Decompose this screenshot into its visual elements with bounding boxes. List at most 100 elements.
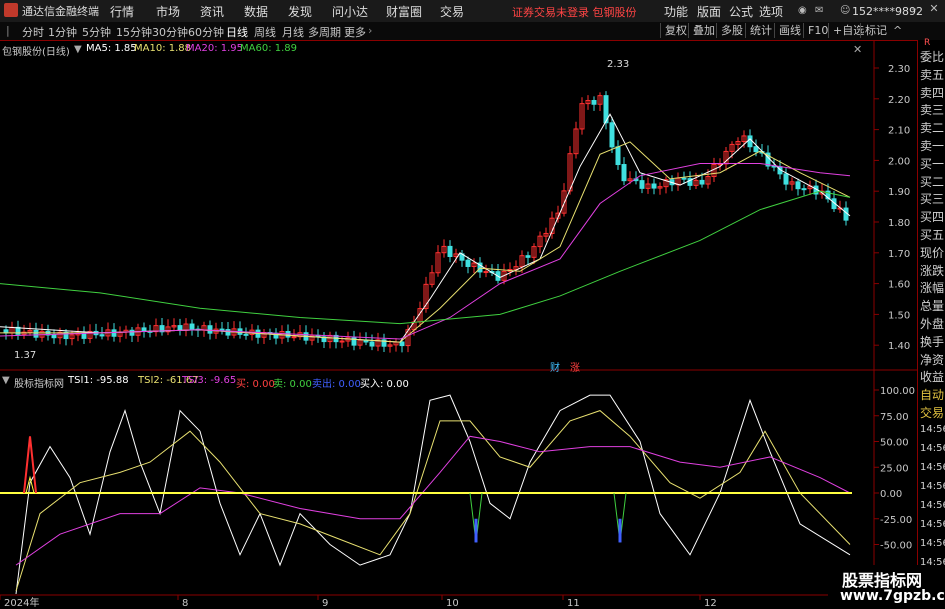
indicator-tick-label: 100.00 [880,386,915,397]
candle-body [795,181,801,190]
menu-xuanxiang[interactable]: 选项 [759,3,783,20]
candle-body [783,173,789,185]
btn-diejia[interactable]: 叠加 [688,23,719,38]
menu-gongshi[interactable]: 公式 [729,3,753,20]
close-icon[interactable]: ✕ [926,2,942,18]
candles [3,91,849,353]
tab-fenshi[interactable]: 分时 [22,24,44,40]
btn-duogu[interactable]: 多股 [716,23,747,38]
sidebar-item-11[interactable]: 现价 [918,244,945,261]
sidebar-item-18[interactable]: 收益 [918,368,945,385]
sidebar-item-8[interactable]: 买三 [918,190,945,207]
chevron-up-icon[interactable]: ^ [893,24,902,37]
candle-body [207,325,213,334]
high-price-label: 2.33 [607,59,630,70]
candle-body [591,99,597,105]
menu-zixun[interactable]: 资讯 [200,3,224,20]
menu-shichang[interactable]: 市场 [156,3,180,20]
sidebar-lower-0[interactable]: 自动 [918,386,945,403]
menu-bar: 通达信金融终端 行情 市场 资讯 数据 发现 问小达 财富圈 交易 证券交易未登… [0,0,945,23]
candle-body [219,328,225,331]
tab-60min[interactable]: 60分钟 [188,24,224,40]
minimize-icon[interactable]: – [906,2,922,18]
menu-hangqing[interactable]: 行情 [110,3,134,20]
btn-huaxian[interactable]: 画线 [774,23,805,38]
badge-zhang[interactable]: 涨 [570,359,580,374]
x-tick-label: 10 [446,598,459,609]
sidebar-item-6[interactable]: 买一 [918,155,945,172]
sidebar-item-7[interactable]: 买二 [918,173,945,190]
menu-jiaoyi[interactable]: 交易 [440,3,464,20]
ma-lines [0,113,851,343]
toolbar-grip-icon: | [6,24,10,37]
sidebar-item-1[interactable]: 卖五 [918,66,945,83]
sidebar-item-12[interactable]: 涨跌 [918,262,945,279]
tab-multi-period[interactable]: 多周期 [308,24,341,40]
candle-body [699,179,705,185]
ma20-line [0,162,851,340]
sidebar-item-3[interactable]: 卖三 [918,101,945,118]
sidebar-time-1: 14:56 [920,443,945,454]
btn-tongji[interactable]: 统计 [745,23,776,38]
badge-cai[interactable]: 财 [550,359,560,374]
trade-login-warning[interactable]: 证券交易未登录 包钢股份 [512,4,637,20]
x-tick-label: 12 [704,598,717,609]
sidebar-item-14[interactable]: 总量 [918,297,945,314]
x-tick-label: 11 [567,598,580,609]
candle-body [753,146,759,153]
candle-body [747,135,753,148]
menu-wenxiaoda[interactable]: 问小达 [332,3,368,20]
tab-30min[interactable]: 30分钟 [152,24,188,40]
price-tick-label: 1.60 [888,280,910,291]
tab-5min[interactable]: 5分钟 [82,24,111,40]
candle-body [339,340,345,343]
sidebar-item-10[interactable]: 买五 [918,226,945,243]
x-tick-label: 8 [182,598,188,609]
sidebar-item-4[interactable]: 卖二 [918,119,945,136]
sidebar-item-16[interactable]: 换手 [918,333,945,350]
price-tick-label: 1.80 [888,218,910,229]
menu-faxian[interactable]: 发现 [288,3,312,20]
x-tick-label: 2024年 [4,596,39,609]
menu-caifuquan[interactable]: 财富圈 [386,3,422,20]
chart-canvas[interactable]: 2.30 2.20 2.10 2.00 1.90 1.80 1.70 1.60 1.50 1.40… [0,40,917,609]
candle-body [369,341,375,347]
watermark: 股票指标网 www.7gpzb.com [828,565,945,609]
candle-body [639,180,645,189]
indicator-tick-label: 50.00 [880,438,909,449]
indicator-tick-label: -50.00 [880,541,912,552]
sidebar-item-17[interactable]: 净资 [918,351,945,368]
chevron-right-icon[interactable]: › [368,24,372,37]
tab-weekly[interactable]: 周线 [254,24,276,40]
candle-body [51,334,57,339]
candle-body [681,177,687,180]
sidebar-item-13[interactable]: 涨幅 [918,279,945,296]
user-icon[interactable]: ☺ [840,5,850,16]
mail-icon[interactable]: ✉ [815,5,823,16]
tab-monthly[interactable]: 月线 [282,24,304,40]
tab-15min[interactable]: 15分钟 [116,24,152,40]
menu-shuju[interactable]: 数据 [244,3,268,20]
sidebar-item-2[interactable]: 卖四 [918,84,945,101]
indicator-lines [0,394,852,595]
btn-biaoji[interactable]: 标记 [860,23,891,38]
candle-body [801,188,807,191]
lock-icon[interactable]: ◉ [798,5,810,17]
btn-fuquan[interactable]: 复权 [660,23,691,38]
watermark-url: www.7gpzb.com [840,588,945,604]
sidebar-time-6: 14:56 [920,538,945,549]
menu-gongneng[interactable]: 功能 [664,3,688,20]
sidebar-time-0: 14:56 [920,424,945,435]
candle-body [651,183,657,189]
candle-body [465,259,471,267]
sidebar-lower-1[interactable]: 交易 [918,404,945,421]
sidebar-item-0[interactable]: 委比 [918,48,945,65]
sidebar-item-9[interactable]: 买四 [918,208,945,225]
ma10-line [0,141,851,343]
sidebar-item-15[interactable]: 外盘 [918,315,945,332]
sidebar-item-5[interactable]: 卖一 [918,137,945,154]
tab-daily[interactable]: 日线 [226,24,248,40]
tab-more[interactable]: 更多 [344,24,366,40]
tab-1min[interactable]: 1分钟 [48,24,77,40]
menu-banmian[interactable]: 版面 [697,3,721,20]
